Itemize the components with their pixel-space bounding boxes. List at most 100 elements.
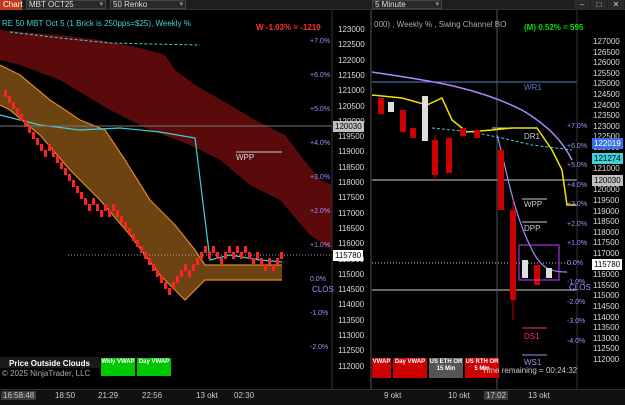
renko-chart-panel[interactable]: RE 50 MBT Oct 5 (1 Brick is 250pps=$25),… — [0, 10, 370, 389]
interval-label: 5 Minute — [375, 0, 406, 9]
y-axis-tick: 113000 — [338, 331, 365, 340]
percent-tick: +6.0% — [567, 142, 588, 150]
y-axis-tick: 117500 — [593, 238, 620, 248]
y-axis-tick: 113500 — [338, 315, 365, 325]
crosshair-time-tag: 16:58:48 — [1, 391, 37, 400]
y-axis-tick: 123500 — [593, 111, 620, 121]
instrument-selector[interactable]: MBT OCT25 ▾ — [26, 0, 106, 9]
weekly-vwap-button[interactable]: Wkly VWAP — [101, 358, 135, 376]
day-vwap-button[interactable]: Day VWAP — [393, 358, 427, 378]
toolbar: Chart MBT OCT25 ▾ 50 Renko ▾ 5 Minute ▾ – □… — [0, 0, 625, 10]
bar-type-selector[interactable]: 50 Renko ▾ — [110, 0, 186, 9]
y-axis-tick: 117000 — [338, 208, 365, 218]
dpp-label: DPP — [524, 224, 541, 233]
price-tag-3: 120030 — [592, 175, 623, 186]
y-axis-tick: 114000 — [338, 300, 365, 310]
percent-tick: -2.0% — [310, 344, 329, 351]
copyright-label: © 2025 NinjaTrader, LLC — [2, 369, 91, 378]
y-axis-tick: 120500 — [338, 101, 365, 111]
y-axis-tick: 112500 — [593, 344, 620, 354]
last-price-tag: 115780 — [592, 259, 623, 270]
chevron-down-icon: ▾ — [179, 1, 183, 8]
y-axis-tick: 121000 — [593, 164, 620, 174]
y-axis-tick: 125500 — [593, 68, 620, 78]
percent-tick: 0.0% — [567, 259, 583, 267]
time-label: 22:56 — [142, 391, 163, 400]
us-eth-or-button[interactable]: US ETH OR 15 Min — [429, 358, 463, 378]
interval-selector[interactable]: 5 Minute ▾ — [372, 0, 442, 9]
y-axis-tick: 113000 — [593, 333, 620, 343]
y-axis[interactable]: 127000 126500 126000 125500 125000 124500 1240… — [591, 10, 625, 389]
price-outside-clouds-label: Price Outside Clouds — [0, 357, 100, 368]
y-axis-tick: 112500 — [338, 346, 365, 356]
close-button[interactable]: ✕ — [608, 0, 624, 10]
y-axis-tick: 119500 — [593, 196, 620, 205]
day-vwap-button[interactable]: Day VWAP — [137, 358, 171, 376]
y-axis-tick: 118000 — [593, 227, 620, 237]
time-remaining-label: Time remaining = 00:24:32 — [482, 366, 578, 375]
wr1-label: WR1 — [524, 83, 542, 92]
y-axis-tick: 121000 — [338, 86, 365, 96]
y-axis-tick: 118500 — [338, 162, 365, 172]
y-axis-tick: 116500 — [338, 223, 365, 233]
price-tag-2: 121274 — [592, 153, 623, 164]
price-tag-1: 122019 — [592, 138, 623, 149]
y-axis-tick: 115500 — [593, 280, 620, 290]
y-axis-tick: 112000 — [593, 355, 620, 364]
y-axis-tick: 119000 — [593, 206, 620, 216]
date-label: 10 okt — [448, 391, 470, 400]
percent-tick: +6.0% — [310, 72, 331, 79]
percent-tick: -2.0% — [567, 298, 586, 306]
y-axis-tick: 118500 — [593, 217, 620, 227]
percent-tick: -1.0% — [567, 279, 586, 286]
ref-price-tag: 120030 — [333, 121, 364, 132]
y-axis-tick: 126000 — [593, 58, 620, 68]
time-label: 18:50 — [55, 391, 76, 400]
y-axis-tick: 114000 — [593, 312, 620, 322]
y-axis-tick: 127000 — [593, 37, 620, 46]
time-chart-panel[interactable]: 000) , Weekly % , Swing Channel BO (M) 0… — [372, 10, 625, 389]
minimize-button[interactable]: – — [574, 0, 590, 10]
percent-tick: +5.0% — [567, 162, 588, 169]
y-axis-tick: 122500 — [338, 40, 365, 50]
ds1-label: DS1 — [524, 332, 540, 341]
percent-tick: -3.0% — [567, 318, 586, 325]
maximize-button[interactable]: □ — [591, 0, 607, 10]
y-axis-tick: 116000 — [338, 239, 365, 249]
percent-tick: 0.0% — [310, 276, 326, 283]
date-label: 9 okt — [384, 391, 402, 400]
y-axis-tick: 120000 — [593, 185, 620, 195]
percent-tick: -4.0% — [567, 337, 586, 345]
instrument-label: MBT OCT25 — [29, 0, 74, 9]
percent-tick: +3.0% — [310, 174, 331, 181]
time-label: 02:30 — [234, 391, 255, 400]
y-axis-tick: 113500 — [593, 323, 620, 333]
time-label: 13 okt — [196, 391, 218, 400]
y-axis-tick: 115000 — [338, 269, 365, 279]
bar-type-label: 50 Renko — [113, 0, 148, 9]
y-axis-tick: 124000 — [593, 100, 620, 110]
percent-tick: +2.0% — [567, 220, 588, 228]
percent-tick: +7.0% — [310, 38, 331, 45]
y-axis-tick: 124500 — [593, 90, 620, 99]
vwap-button[interactable]: VWAP — [372, 358, 391, 378]
y-axis-tick: 126500 — [593, 47, 620, 57]
chart-tab[interactable]: Chart — [0, 0, 23, 10]
y-axis-tick: 121500 — [338, 70, 365, 80]
percent-tick: +1.0% — [310, 242, 331, 249]
chevron-down-icon: ▾ — [99, 1, 103, 8]
chevron-down-icon: ▾ — [435, 1, 439, 8]
y-axis-tick: 117000 — [593, 249, 620, 258]
percent-tick: -1.0% — [310, 310, 329, 317]
y-axis[interactable]: 123000 122500 122000 121500 121000 120500 1200… — [336, 10, 370, 389]
y-axis-tick: 112000 — [338, 361, 365, 371]
chart-title: RE 50 MBT Oct 5 (1 Brick is 250pps=$25),… — [2, 19, 191, 28]
percent-tick: +3.0% — [567, 201, 588, 208]
y-axis-tick: 118000 — [338, 178, 365, 187]
percent-tick: +4.0% — [567, 181, 588, 189]
percent-axis: +7.0% +6.0% +5.0% +4.0% +3.0% +2.0% +1.0% 0.0% -… — [308, 10, 332, 389]
dr1-label: DR1 — [524, 132, 541, 141]
percent-tick: +2.0% — [310, 208, 331, 215]
percent-tick: +1.0% — [567, 240, 588, 247]
y-axis-tick: 125000 — [593, 79, 620, 89]
